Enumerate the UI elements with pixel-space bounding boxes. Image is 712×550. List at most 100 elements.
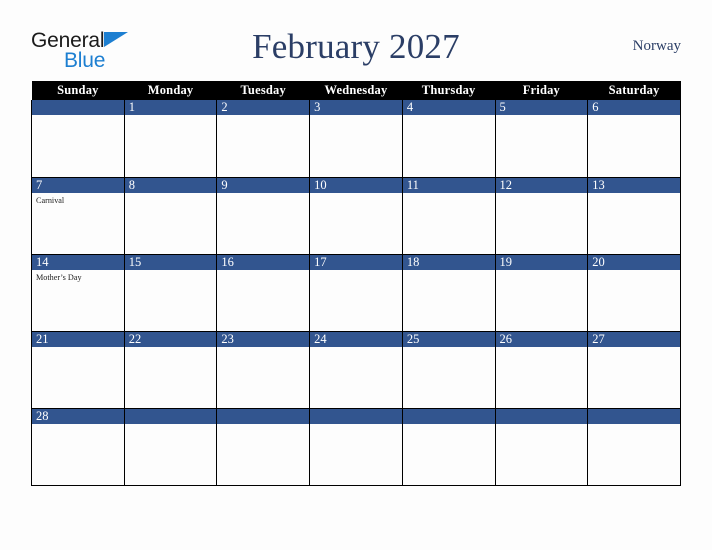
day-events <box>496 424 588 426</box>
calendar-day-cell[interactable]: 11 <box>401 177 496 255</box>
day-number: 16 <box>217 254 310 270</box>
day-number: 20 <box>588 254 680 270</box>
calendar-day-cell[interactable]: 16 <box>216 254 311 332</box>
day-number <box>217 408 310 424</box>
calendar-day-cell[interactable]: 15 <box>123 254 218 332</box>
calendar-day-cell[interactable] <box>123 408 218 486</box>
calendar-day-cell[interactable]: 10 <box>309 177 403 255</box>
day-number <box>402 408 495 424</box>
day-number: 10 <box>310 177 402 193</box>
calendar-day-cell[interactable]: 3 <box>309 100 403 178</box>
day-number: 14 <box>32 254 124 270</box>
calendar-week-row: 7 Carnival 8 9 10 11 12 13 <box>31 177 681 255</box>
day-number: 5 <box>495 100 588 115</box>
day-events <box>217 347 309 349</box>
calendar-day-cell[interactable]: 21 <box>31 331 125 409</box>
day-events <box>125 270 217 272</box>
day-events <box>310 424 402 426</box>
calendar-day-cell[interactable]: 7 Carnival <box>31 177 125 255</box>
day-number <box>32 100 124 115</box>
calendar-day-cell[interactable]: 12 <box>494 177 589 255</box>
day-events <box>217 424 309 426</box>
day-number: 13 <box>588 177 680 193</box>
calendar-day-cell[interactable] <box>309 408 403 486</box>
calendar-day-cell[interactable]: 8 <box>123 177 218 255</box>
calendar-day-cell[interactable]: 18 <box>401 254 496 332</box>
calendar-day-cell[interactable] <box>31 100 125 178</box>
weekday-header-tuesday: Tuesday <box>216 81 310 100</box>
calendar-week-row: 28 <box>31 408 681 486</box>
day-number: 25 <box>402 331 495 347</box>
day-number: 12 <box>495 177 588 193</box>
calendar-day-cell[interactable]: 17 <box>309 254 403 332</box>
day-events <box>588 270 680 272</box>
calendar-day-cell[interactable]: 20 <box>587 254 681 332</box>
day-events <box>217 193 309 195</box>
day-number <box>495 408 588 424</box>
day-events <box>496 270 588 272</box>
day-number: 19 <box>495 254 588 270</box>
calendar-day-cell[interactable]: 28 <box>31 408 125 486</box>
day-number: 28 <box>32 408 124 424</box>
day-events <box>588 347 680 349</box>
day-number: 2 <box>217 100 310 115</box>
day-number: 21 <box>32 331 124 347</box>
calendar-day-cell[interactable]: 14 Mother’s Day <box>31 254 125 332</box>
day-events <box>32 347 124 349</box>
calendar-day-cell[interactable]: 1 <box>123 100 218 178</box>
day-events <box>125 424 217 426</box>
weekday-header-sunday: Sunday <box>31 81 125 100</box>
calendar-day-cell[interactable]: 22 <box>123 331 218 409</box>
day-events <box>310 270 402 272</box>
day-number: 23 <box>217 331 310 347</box>
calendar-week-row: 123456 <box>31 100 681 178</box>
country-label: Norway <box>632 38 681 54</box>
weekday-header-thursday: Thursday <box>402 81 496 100</box>
calendar-day-cell[interactable]: 24 <box>309 331 403 409</box>
day-number: 18 <box>402 254 495 270</box>
day-events <box>217 270 309 272</box>
day-events <box>403 270 495 272</box>
calendar-day-cell[interactable]: 2 <box>216 100 311 178</box>
calendar-day-cell[interactable]: 4 <box>401 100 496 178</box>
calendar-day-cell[interactable]: 23 <box>216 331 311 409</box>
day-number: 11 <box>402 177 495 193</box>
calendar-day-cell[interactable]: 6 <box>587 100 681 178</box>
day-number: 24 <box>310 331 402 347</box>
day-events <box>310 115 402 117</box>
day-number: 6 <box>588 100 680 115</box>
day-number: 8 <box>124 177 217 193</box>
day-number: 15 <box>124 254 217 270</box>
day-events <box>496 193 588 195</box>
weekday-header-friday: Friday <box>495 81 588 100</box>
calendar-body: 1 2 3 4 5 6 7 Carnival 8 9 10 11 12 13 14 Mother’s Day 1… <box>31 100 681 486</box>
calendar-day-cell[interactable]: 9 <box>216 177 311 255</box>
calendar-week-row: 21 22 23 24 25 26 27 <box>31 331 681 409</box>
calendar-day-cell[interactable] <box>494 408 589 486</box>
day-events <box>32 424 124 426</box>
calendar-day-cell[interactable]: 5 <box>494 100 589 178</box>
event-label: Mother’s Day <box>36 272 82 282</box>
day-number: 3 <box>310 100 402 115</box>
calendar-day-cell[interactable] <box>216 408 311 486</box>
weekday-header-monday: Monday <box>124 81 217 100</box>
day-events <box>217 115 309 117</box>
calendar-page: General Blue February 2027 Norway Sunday… <box>0 0 712 550</box>
calendar-day-cell[interactable]: 25 <box>401 331 496 409</box>
calendar-week-row: 14 Mother’s Day 15 16 17 18 19 20 <box>31 254 681 332</box>
event-label: Carnival <box>36 195 65 205</box>
page-title: February 2027 <box>252 27 460 66</box>
calendar-day-cell[interactable]: 26 <box>494 331 589 409</box>
day-events <box>403 193 495 195</box>
calendar-day-cell[interactable]: 19 <box>494 254 589 332</box>
calendar-day-cell[interactable]: 13 <box>587 177 681 255</box>
calendar-day-cell[interactable] <box>587 408 681 486</box>
day-events <box>496 115 588 117</box>
calendar-day-cell[interactable] <box>401 408 496 486</box>
calendar-day-cell[interactable]: 27 <box>587 331 681 409</box>
day-events <box>125 193 217 195</box>
day-events <box>310 193 402 195</box>
weekday-header-wednesday: Wednesday <box>309 81 403 100</box>
day-number: 17 <box>310 254 402 270</box>
day-number: 4 <box>402 100 495 115</box>
